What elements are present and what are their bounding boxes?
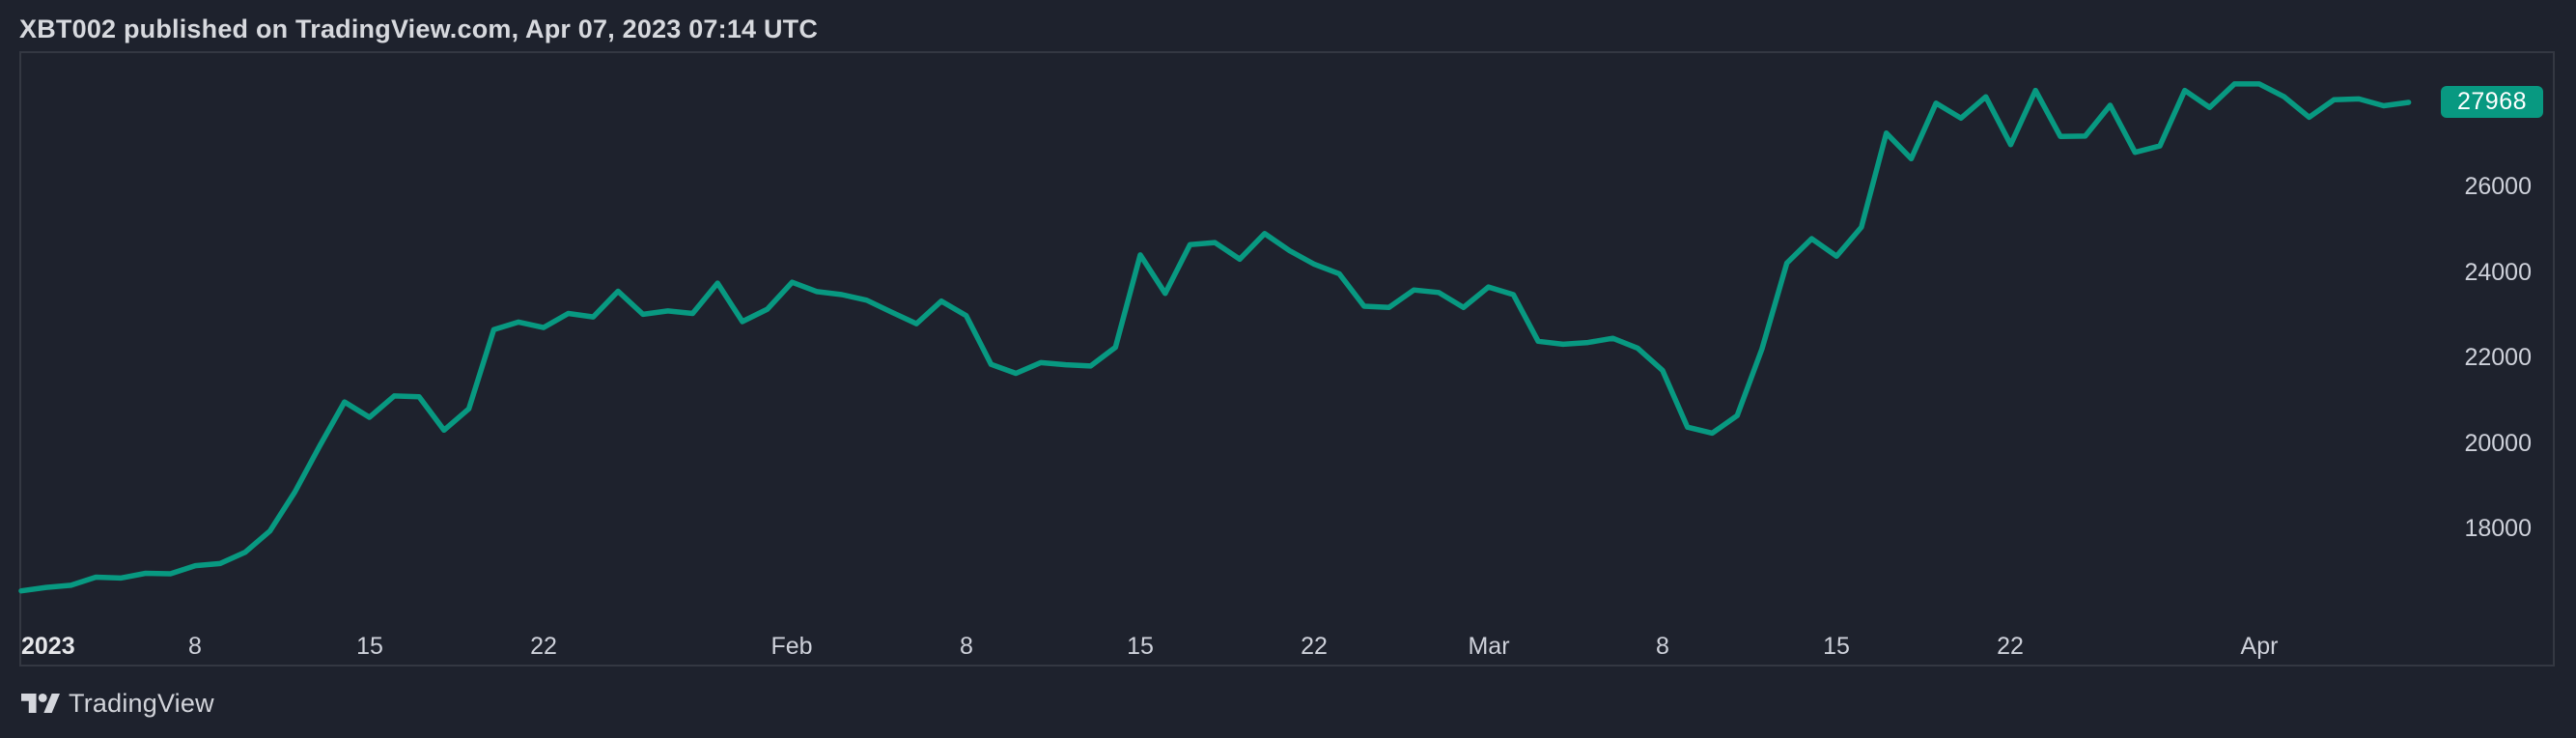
x-tick-label: Feb bbox=[770, 633, 813, 660]
x-tick-label: 8 bbox=[188, 633, 202, 660]
x-tick-label: Mar bbox=[1468, 633, 1510, 660]
y-tick-label: 22000 bbox=[2464, 344, 2532, 371]
footer-branding[interactable]: TradingView bbox=[21, 687, 214, 720]
last-price-badge: 27968 bbox=[2441, 86, 2544, 118]
x-tick-label: 8 bbox=[1656, 633, 1669, 660]
x-tick-label: 22 bbox=[1301, 633, 1328, 660]
tradingview-brand-text[interactable]: TradingView bbox=[69, 689, 214, 719]
tradingview-logo-icon[interactable] bbox=[21, 689, 60, 718]
x-tick-label: 15 bbox=[1127, 633, 1154, 660]
y-tick-label: 18000 bbox=[2464, 515, 2532, 542]
x-tick-label: 8 bbox=[960, 633, 973, 660]
x-tick-label: 22 bbox=[530, 633, 557, 660]
price-line-chart bbox=[18, 81, 2412, 594]
chart-page: XBT002 published on TradingView.com, Apr… bbox=[0, 0, 2576, 738]
x-tick-label: 2023 bbox=[21, 633, 75, 660]
x-tick-label: 22 bbox=[1997, 633, 2024, 660]
x-tick-label: 15 bbox=[356, 633, 383, 660]
price-line bbox=[18, 81, 2412, 594]
tradingview-snapshot-page: { "header": { "title": "XBT002 published… bbox=[0, 0, 2576, 738]
y-tick-label: 24000 bbox=[2464, 259, 2532, 286]
x-tick-label: 15 bbox=[1823, 633, 1850, 660]
y-tick-label: 26000 bbox=[2464, 173, 2532, 200]
x-tick-label: Apr bbox=[2240, 633, 2279, 660]
y-tick-label: 20000 bbox=[2464, 430, 2532, 457]
last-price-value: 27968 bbox=[2457, 88, 2528, 115]
